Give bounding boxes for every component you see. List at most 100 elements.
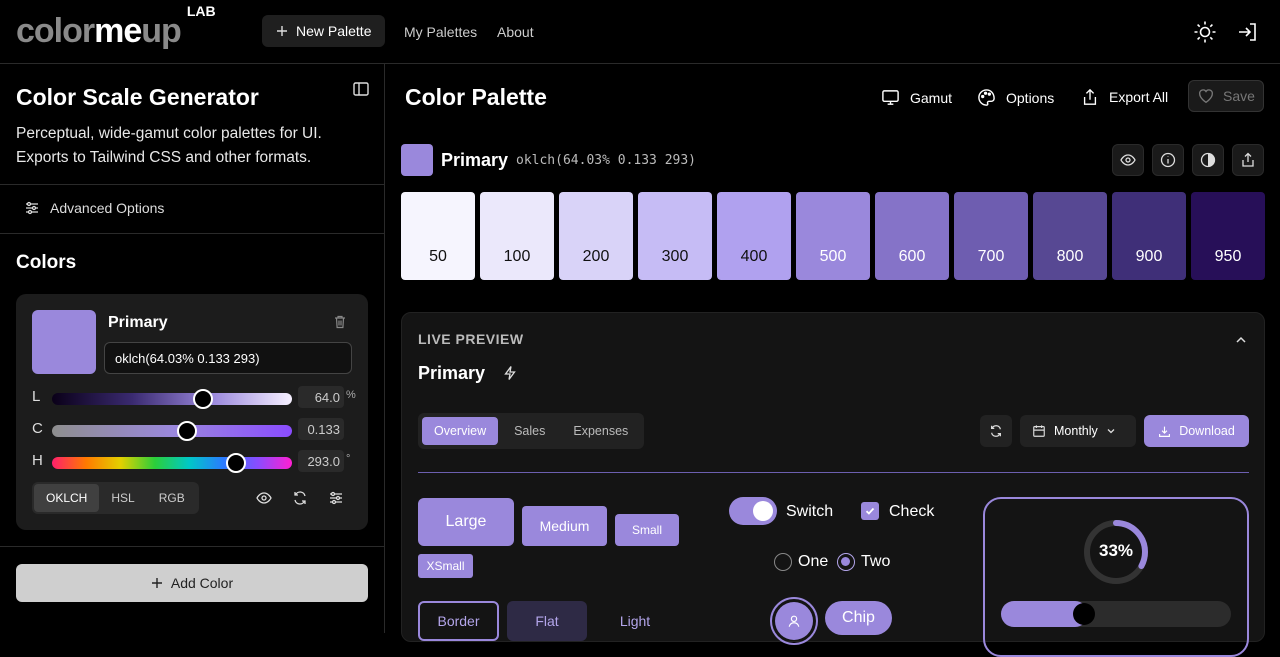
tab-expenses[interactable]: Expenses (561, 417, 640, 445)
border-button[interactable]: Border (418, 601, 499, 641)
adjust-icon[interactable] (328, 490, 344, 506)
preview-toggle-button[interactable] (1112, 144, 1144, 176)
save-button[interactable]: Save (1188, 80, 1264, 112)
swatch-500[interactable]: 500 (796, 192, 870, 280)
avatar[interactable] (770, 597, 818, 645)
sliders-icon (26, 201, 38, 215)
palette-icon (978, 89, 995, 106)
slider-thumb[interactable] (1072, 603, 1095, 625)
swatch-800[interactable]: 800 (1033, 192, 1107, 280)
chevron-up-icon[interactable] (1234, 333, 1248, 347)
refresh-icon (991, 425, 1001, 437)
slider-thumb[interactable] (225, 453, 246, 473)
swatch-label: 200 (582, 248, 610, 265)
progress-slider[interactable] (1001, 601, 1231, 627)
info-button[interactable] (1152, 144, 1184, 176)
swatch-100[interactable]: 100 (480, 192, 554, 280)
new-palette-button[interactable]: New Palette (262, 15, 386, 47)
logo[interactable]: colormeupLAB (16, 3, 216, 51)
plus-icon (151, 578, 162, 588)
radio-one[interactable] (774, 553, 792, 571)
hue-slider-row: H 293.0 ° (32, 450, 360, 473)
hue-slider[interactable] (52, 453, 292, 473)
swatch-label: 900 (1135, 248, 1163, 265)
chip[interactable]: Chip (825, 601, 892, 635)
medium-button[interactable]: Medium (522, 506, 607, 546)
check-checkbox[interactable] (861, 502, 879, 520)
switch-label: Switch (786, 503, 834, 520)
preview-title: Primary (418, 363, 486, 383)
radio-two[interactable] (837, 553, 855, 571)
chroma-value[interactable]: 0.133 (298, 418, 344, 440)
light-button[interactable]: Light (595, 601, 675, 641)
small-button[interactable]: Small (615, 514, 679, 546)
swatch-900[interactable]: 900 (1112, 192, 1186, 280)
refresh-icon[interactable] (292, 490, 308, 506)
export-all-button[interactable]: Export All (1081, 88, 1168, 106)
refresh-button[interactable] (980, 415, 1012, 447)
contrast-button[interactable] (1192, 144, 1224, 176)
bolt-icon[interactable] (502, 365, 518, 381)
lightness-value[interactable]: 64.0 (298, 386, 344, 408)
add-color-button[interactable]: Add Color (16, 564, 368, 602)
mode-oklch[interactable]: OKLCH (34, 484, 100, 512)
swatch-label: 400 (740, 248, 768, 265)
slider-label-h: H (32, 452, 43, 469)
about-link[interactable]: About (497, 24, 534, 40)
flat-button[interactable]: Flat (507, 601, 587, 641)
swatch-700[interactable]: 700 (954, 192, 1028, 280)
swatch-400[interactable]: 400 (717, 192, 791, 280)
advanced-options-button[interactable]: Advanced Options (24, 200, 164, 216)
trash-icon[interactable] (332, 314, 348, 330)
live-preview-panel: LIVE PREVIEW Primary Overview Sales Expe… (401, 312, 1265, 657)
check-label: Check (889, 503, 935, 520)
sign-in-icon[interactable] (1236, 20, 1260, 44)
palette-swatch[interactable] (401, 144, 433, 176)
large-button[interactable]: Large (418, 498, 514, 546)
divider (0, 233, 384, 234)
slider-thumb[interactable] (177, 421, 198, 441)
switch-toggle[interactable] (729, 497, 777, 525)
palette-swatches: 50 100 200 300 400 500 600 700 800 900 950 (401, 192, 1265, 280)
hue-value[interactable]: 293.0 (298, 450, 344, 472)
download-icon (1159, 426, 1171, 437)
swatch-200[interactable]: 200 (559, 192, 633, 280)
download-button[interactable]: Download (1144, 415, 1249, 447)
share-palette-button[interactable] (1232, 144, 1264, 176)
chevron-down-icon (1107, 429, 1115, 434)
preview-tabs: Overview Sales Expenses (418, 413, 645, 449)
options-button[interactable]: Options (977, 88, 1054, 107)
slider-thumb[interactable] (192, 389, 213, 409)
divider (418, 472, 1249, 473)
mode-hsl[interactable]: HSL (99, 484, 146, 512)
export-all-label: Export All (1109, 89, 1169, 105)
colors-heading: Colors (16, 252, 77, 273)
swatch-950[interactable]: 950 (1191, 192, 1265, 280)
sidebar-toggle-icon[interactable] (352, 80, 370, 98)
palette-value: oklch(64.03% 0.133 293) (516, 153, 697, 168)
tab-overview[interactable]: Overview (422, 417, 499, 445)
swatch-50[interactable]: 50 (401, 192, 475, 280)
color-swatch[interactable] (32, 310, 96, 374)
new-palette-label: New Palette (296, 23, 372, 39)
swatch-600[interactable]: 600 (875, 192, 949, 280)
chroma-slider-row: C 0.133 (32, 418, 360, 441)
heart-icon (1199, 89, 1214, 104)
color-value-input[interactable]: oklch(64.03% 0.133 293) (104, 342, 352, 374)
eye-icon (1120, 154, 1136, 166)
tab-sales[interactable]: Sales (502, 417, 557, 445)
lightness-slider[interactable] (52, 389, 292, 409)
chroma-slider[interactable] (52, 421, 292, 441)
swatch-label: 100 (503, 248, 531, 265)
swatch-300[interactable]: 300 (638, 192, 712, 280)
sun-icon[interactable] (1193, 20, 1217, 44)
eye-icon[interactable] (256, 490, 272, 506)
gamut-button[interactable]: Gamut (881, 88, 952, 107)
period-select[interactable]: Monthly (1020, 415, 1136, 447)
xsmall-button[interactable]: XSmall (418, 554, 473, 578)
color-name: Primary (108, 314, 168, 331)
progress-percent: 33% (1098, 541, 1134, 560)
mode-rgb[interactable]: RGB (147, 484, 197, 512)
my-palettes-link[interactable]: My Palettes (404, 24, 477, 40)
contrast-icon (1200, 152, 1216, 168)
